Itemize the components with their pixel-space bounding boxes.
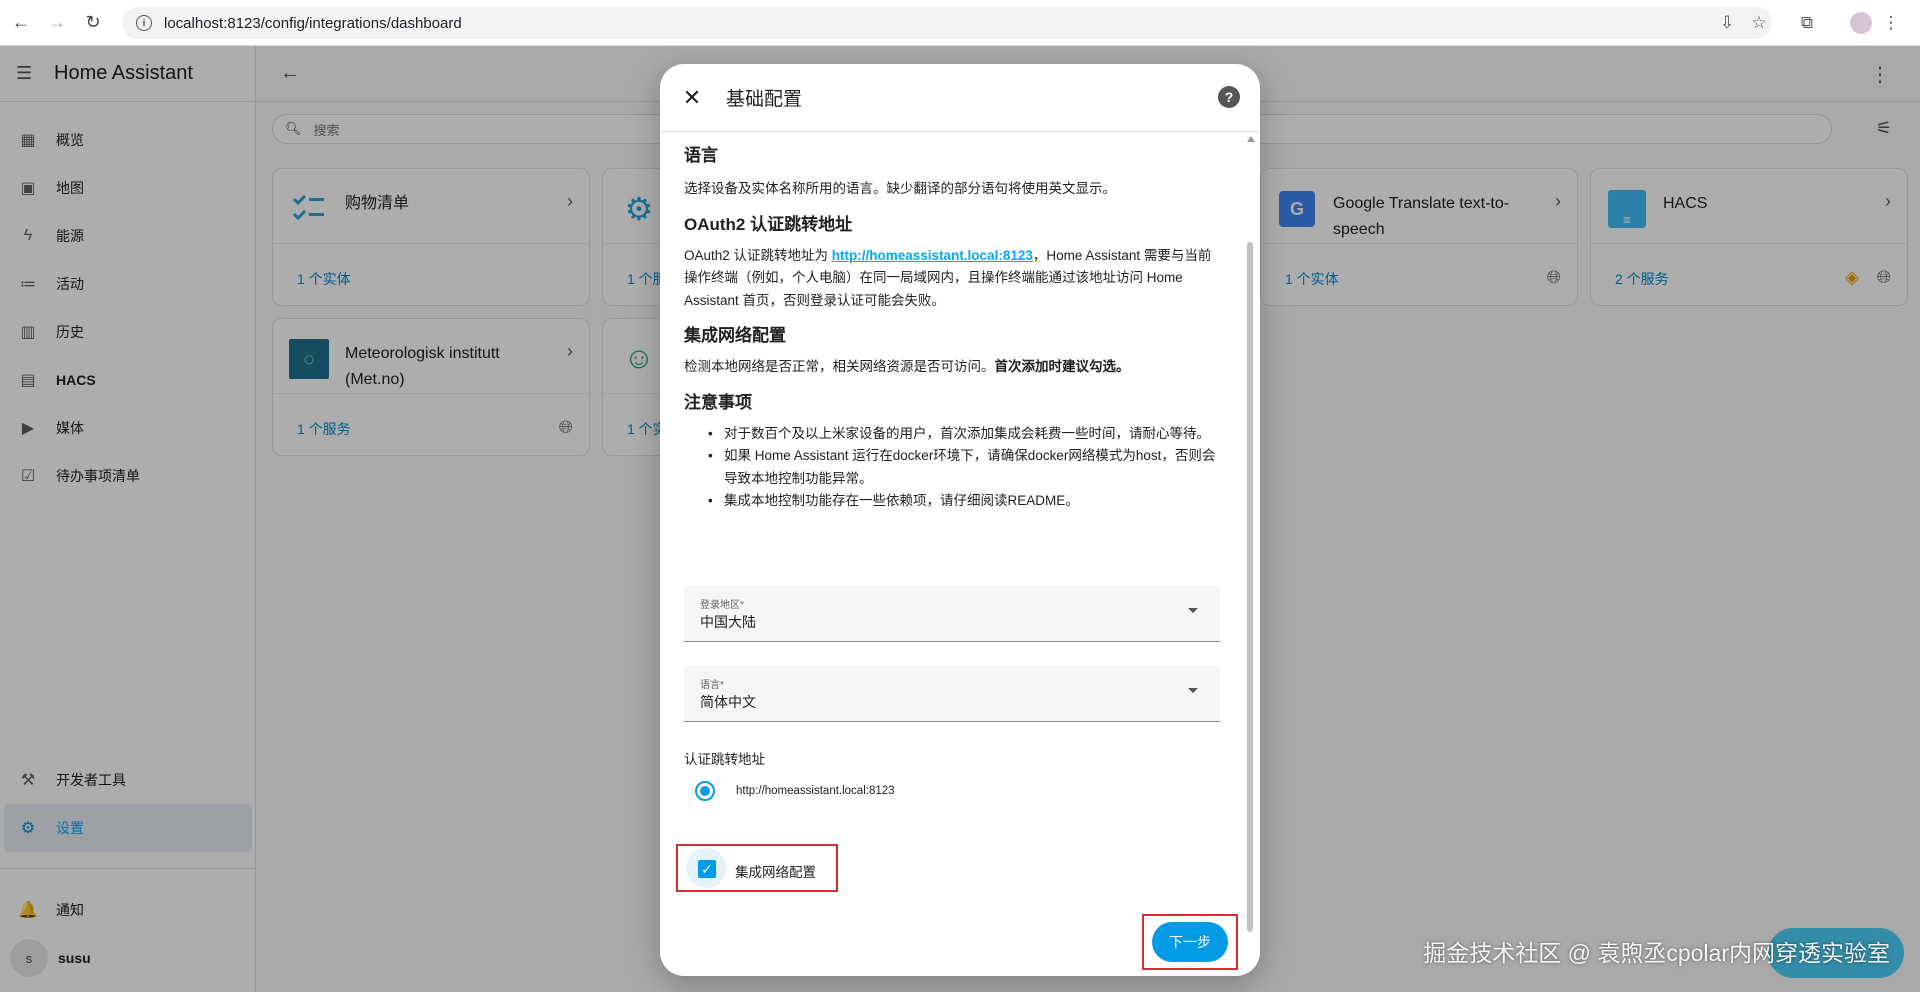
redirect-radio[interactable] — [695, 781, 715, 801]
help-icon[interactable]: ? — [1218, 86, 1240, 108]
section-text-network: 检测本地网络是否正常，相关网络资源是否可访问。首次添加时建议勾选。 — [684, 356, 1218, 379]
dropdown-arrow-icon — [1188, 688, 1198, 693]
section-title-language: 语言 — [684, 146, 718, 165]
next-button[interactable]: 下一步 — [1152, 922, 1228, 962]
network-text: 检测本地网络是否正常，相关网络资源是否可访问。 — [684, 359, 995, 374]
redirect-label: 认证跳转地址 — [684, 752, 765, 767]
forward-icon[interactable]: → — [42, 8, 72, 38]
radio-dot — [700, 786, 710, 796]
browser-menu-icon[interactable]: ⋮ — [1876, 8, 1906, 38]
network-config-checkbox[interactable]: ✓ — [698, 860, 716, 878]
language-select-value: 简体中文 — [700, 694, 756, 710]
extensions-icon[interactable]: ⧉ — [1792, 8, 1822, 38]
dialog-header: ✕ 基础配置 ? — [660, 64, 1260, 132]
scrollbar-thumb[interactable] — [1247, 242, 1253, 932]
section-text-language: 选择设备及实体名称所用的语言。缺少翻译的部分语句将使用英文显示。 — [684, 181, 1116, 196]
region-select-label: 登录地区* — [700, 600, 744, 611]
dialog-scrollbar[interactable] — [1244, 132, 1256, 962]
section-title-oauth: OAuth2 认证跳转地址 — [684, 214, 853, 234]
next-button-highlight: 下一步 — [1142, 914, 1238, 970]
address-bar[interactable]: i localhost:8123/config/integrations/das… — [122, 7, 1772, 39]
list-item: 如果 Home Assistant 运行在docker环境下，请确保docker… — [684, 445, 1218, 490]
oauth-text-prefix: OAuth2 认证跳转地址为 — [684, 247, 832, 263]
site-info-icon[interactable]: i — [136, 15, 152, 31]
section-title-network: 集成网络配置 — [684, 326, 786, 345]
language-select-label: 语言* — [700, 680, 724, 691]
redirect-option-label: http://homeassistant.local:8123 — [736, 785, 895, 797]
back-icon[interactable]: ← — [6, 8, 36, 38]
dialog-title: 基础配置 — [726, 89, 803, 110]
browser-toolbar: ← → ↻ i localhost:8123/config/integratio… — [0, 0, 1920, 46]
region-select-value: 中国大陆 — [700, 614, 756, 630]
section-title-notes: 注意事项 — [684, 392, 752, 412]
checkbox-label: 集成网络配置 — [735, 865, 816, 880]
dropdown-arrow-icon — [1188, 608, 1198, 613]
oauth-link[interactable]: http://homeassistant.local:8123 — [832, 248, 1033, 263]
list-item: 对于数百个及以上米家设备的用户，首次添加集成会耗费一些时间，请耐心等待。 — [684, 423, 1218, 446]
close-icon[interactable]: ✕ — [678, 84, 706, 112]
language-select[interactable]: 语言* 简体中文 — [684, 666, 1220, 722]
reload-icon[interactable]: ↻ — [78, 8, 108, 38]
network-text-bold: 首次添加时建议勾选。 — [994, 359, 1130, 374]
section-text-oauth: OAuth2 认证跳转地址为 http://homeassistant.loca… — [684, 245, 1218, 313]
list-item: 集成本地控制功能存在一些依赖项，请仔细阅读README。 — [684, 490, 1218, 513]
dialog-body: 语言 选择设备及实体名称所用的语言。缺少翻译的部分语句将使用英文显示。 OAut… — [684, 132, 1218, 513]
notes-list: 对于数百个及以上米家设备的用户，首次添加集成会耗费一些时间，请耐心等待。 如果 … — [684, 423, 1218, 513]
bookmark-star-icon[interactable]: ☆ — [1744, 8, 1774, 38]
scroll-up-arrow-icon[interactable] — [1247, 136, 1255, 142]
region-select[interactable]: 登录地区* 中国大陆 — [684, 586, 1220, 642]
profile-avatar-icon[interactable] — [1846, 8, 1876, 38]
config-dialog: ✕ 基础配置 ? 语言 选择设备及实体名称所用的语言。缺少翻译的部分语句将使用英… — [660, 64, 1260, 976]
url-text: localhost:8123/config/integrations/dashb… — [164, 14, 462, 32]
install-icon[interactable]: ⇩ — [1712, 8, 1742, 38]
watermark-text: 掘金技术社区 @ 袁煦丞cpolar内网穿透实验室 — [1423, 940, 1890, 966]
network-config-checkbox-highlight: ✓ 集成网络配置 — [676, 844, 838, 892]
